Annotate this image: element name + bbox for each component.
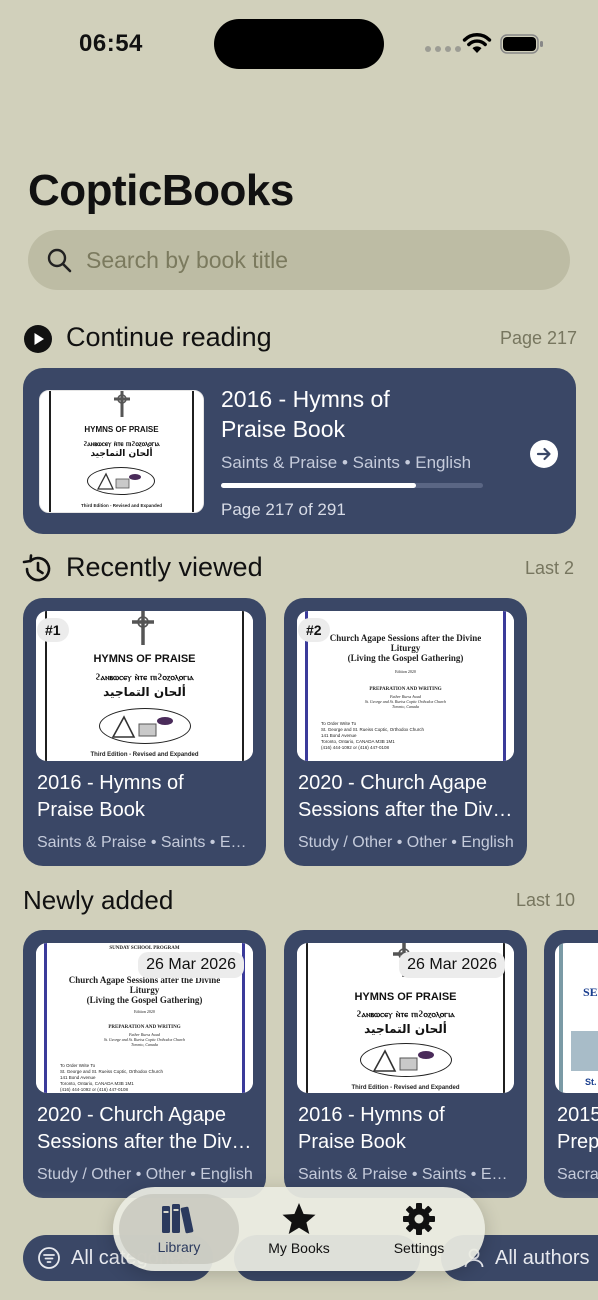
reading-progress-bar xyxy=(221,483,483,488)
books-icon xyxy=(162,1204,194,1234)
continue-arrow-button[interactable] xyxy=(530,440,558,468)
gear-icon xyxy=(403,1203,435,1235)
search-input[interactable] xyxy=(86,246,526,274)
book-cover: SER St. xyxy=(555,943,598,1093)
newly-added-title: Newly added xyxy=(23,885,174,915)
wifi-icon xyxy=(462,33,492,53)
date-badge: 26 Mar 2026 xyxy=(399,952,505,978)
date-badge: 26 Mar 2026 xyxy=(138,952,244,978)
history-icon xyxy=(22,554,51,582)
arrow-right-icon xyxy=(536,447,551,461)
continue-book-tags: Saints & Praise • Saints • English xyxy=(221,453,472,472)
author-filter-label: All authors xyxy=(495,1246,590,1269)
signal-icon xyxy=(425,46,461,52)
book-tags: Study / Other • Other • English xyxy=(298,834,514,851)
continue-reading-meta: Page 217 xyxy=(500,328,578,348)
coptic-cross-icon xyxy=(132,611,154,645)
book-title: 2016 - Hymns of Praise Book xyxy=(37,772,184,821)
recently-viewed-title: Recently viewed xyxy=(66,552,263,582)
book-tags: Sacra xyxy=(557,1166,598,1183)
book-title: 2015 Prep xyxy=(557,1104,598,1153)
star-icon xyxy=(282,1203,316,1234)
book-cover: HYMNS OF PRAISE ϩⲁⲛⲃⲱⲥⲉⲩ ⲛ̀ⲧⲉ ⲡⲓϩⲟⲍⲟⲗⲟⲅⲓ… xyxy=(39,390,204,513)
tab-library[interactable]: Library xyxy=(119,1194,239,1264)
tab-my-books[interactable]: My Books xyxy=(239,1194,359,1264)
tab-bar: Library My Books Settings xyxy=(113,1187,485,1271)
search-icon xyxy=(47,248,72,273)
new-book-card[interactable]: SUNDAY SCHOOL PROGRAM Church Agape Sessi… xyxy=(23,930,266,1198)
book-cover: HYMNS OF PRAISE ϩⲁⲛⲃⲱⲥⲉⲩ ⲛ̀ⲧⲉ ⲡⲓϩⲟⲍⲟⲗⲟⲅⲓ… xyxy=(36,611,253,761)
search-bar[interactable] xyxy=(28,230,570,290)
status-time: 06:54 xyxy=(79,30,143,57)
book-title: 2016 - Hymns of Praise Book xyxy=(298,1104,445,1153)
coptic-cross-icon xyxy=(114,391,130,417)
app-title: CopticBooks xyxy=(28,166,294,215)
recent-book-card[interactable]: Church Agape Sessions after the Divine L… xyxy=(284,598,527,866)
continue-reading-card[interactable]: HYMNS OF PRAISE ϩⲁⲛⲃⲱⲥⲉⲩ ⲛ̀ⲧⲉ ⲡⲓϩⲟⲍⲟⲗⲟⲅⲓ… xyxy=(23,368,576,534)
tab-my-books-label: My Books xyxy=(268,1240,330,1256)
continue-reading-title: Continue reading xyxy=(66,322,272,352)
book-tags: Saints & Praise • Saints • English xyxy=(37,834,255,851)
book-cover: Church Agape Sessions after the Divine L… xyxy=(297,611,514,761)
continue-book-title: 2016 - Hymns of Praise Book xyxy=(221,386,390,442)
newly-added-meta: Last 10 xyxy=(516,890,576,910)
book-title: 2020 - Church Agape Sessions after the D… xyxy=(37,1104,255,1153)
recent-book-card[interactable]: HYMNS OF PRAISE ϩⲁⲛⲃⲱⲥⲉⲩ ⲛ̀ⲧⲉ ⲡⲓϩⲟⲍⲟⲗⲟⲅⲓ… xyxy=(23,598,266,866)
new-book-card[interactable]: SER St. 2015 Prep Sacra xyxy=(544,930,598,1198)
tab-library-label: Library xyxy=(157,1239,201,1255)
book-tags: Saints & Praise • Saints • English xyxy=(298,1166,516,1183)
recently-viewed-meta: Last 2 xyxy=(525,558,575,578)
continue-book-page: Page 217 of 291 xyxy=(221,500,346,519)
tab-settings[interactable]: Settings xyxy=(359,1194,479,1264)
book-title: 2020 - Church Agape Sessions after the D… xyxy=(298,772,516,821)
filter-icon xyxy=(38,1247,60,1269)
tab-settings-label: Settings xyxy=(393,1240,445,1256)
battery-icon xyxy=(500,34,543,54)
rank-badge: #2 xyxy=(298,618,330,642)
new-book-card[interactable]: HYMNS OF PRAISE ϩⲁⲛⲃⲱⲥⲉⲩ ⲛ̀ⲧⲉ ⲡⲓϩⲟⲍⲟⲗⲟⲅⲓ… xyxy=(284,930,527,1198)
play-circle-icon xyxy=(24,325,52,353)
rank-badge: #1 xyxy=(37,618,69,642)
reading-progress-fill xyxy=(221,483,417,488)
dynamic-island xyxy=(214,19,384,69)
book-tags: Study / Other • Other • English xyxy=(37,1166,253,1183)
